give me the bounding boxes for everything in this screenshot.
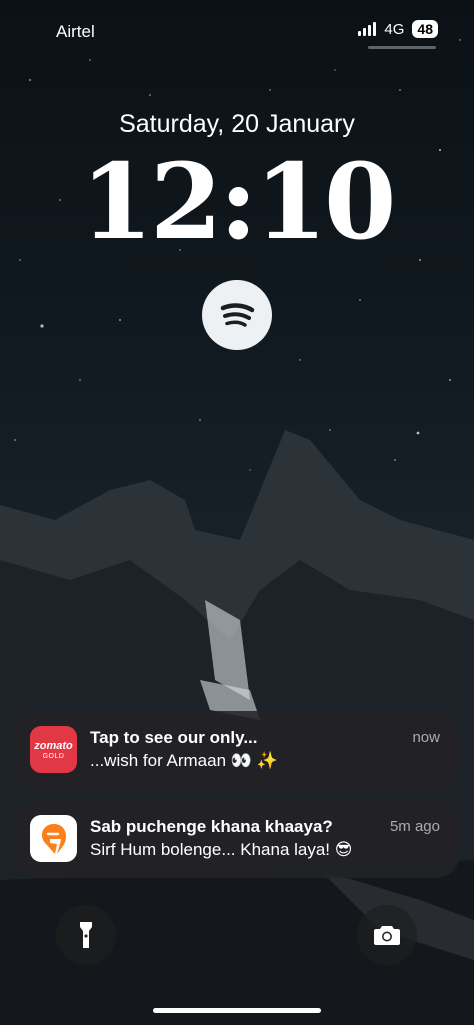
notification-zomato[interactable]: zomato GOLD Tap to see our only... ...wi… <box>14 711 460 788</box>
status-indicators: 4G 48 <box>358 20 438 38</box>
zomato-gold-icon: zomato GOLD <box>30 726 77 773</box>
notification-title: Tap to see our only... <box>90 728 258 747</box>
flashlight-icon <box>80 922 92 948</box>
notification-body: ...wish for Armaan 👀 ✨ <box>90 751 278 770</box>
status-bar: Airtel 4G 48 <box>0 18 474 46</box>
spotify-icon <box>220 303 255 327</box>
zomato-icon-gold: GOLD <box>42 752 65 760</box>
spotify-widget[interactable] <box>202 280 272 350</box>
notification-swiggy[interactable]: Sab puchenge khana khaaya? Sirf Hum bole… <box>14 800 460 878</box>
lock-time: 12:10 <box>80 140 397 263</box>
notification-body: Sirf Hum bolenge... Khana laya! 😎 <box>90 840 353 859</box>
control-center-indicator[interactable] <box>368 46 436 49</box>
signal-icon <box>358 22 377 36</box>
zomato-icon-wordmark: zomato <box>34 739 73 752</box>
notification-time: 5m ago <box>389 818 440 835</box>
swiggy-icon <box>30 815 77 862</box>
flashlight-button[interactable] <box>56 905 116 965</box>
camera-icon <box>374 926 400 945</box>
network-type: 4G <box>384 20 405 38</box>
notification-time: now <box>412 729 440 746</box>
lock-date: Saturday, 20 January <box>119 110 355 138</box>
battery-badge: 48 <box>412 20 438 38</box>
notification-title: Sab puchenge khana khaaya? <box>90 817 333 836</box>
camera-button[interactable] <box>357 905 417 965</box>
home-indicator[interactable] <box>153 1008 321 1013</box>
carrier-label: Airtel <box>56 22 95 41</box>
